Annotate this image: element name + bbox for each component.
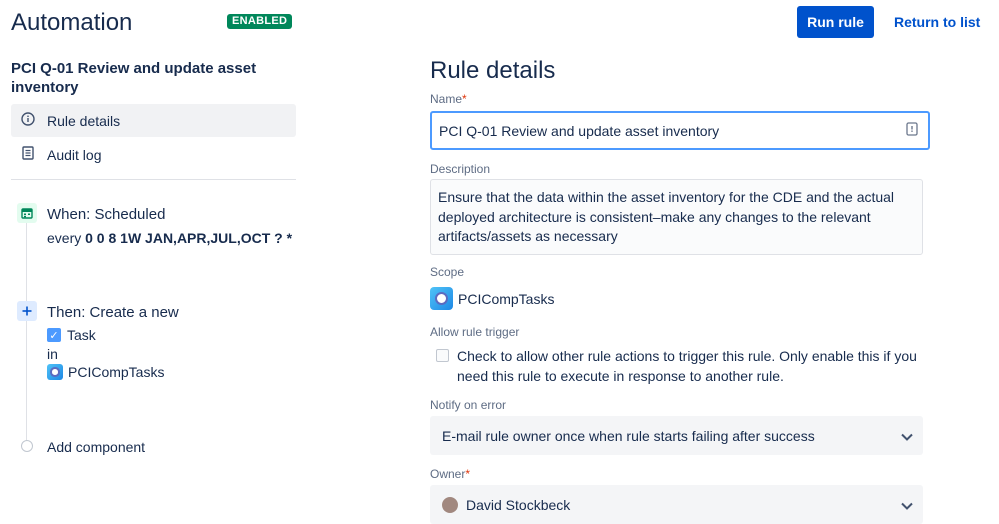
scope-label: Scope xyxy=(430,265,465,279)
sidebar-divider xyxy=(11,179,296,180)
page-title: Automation xyxy=(11,9,133,36)
allow-trigger-text[interactable]: Check to allow other rule actions to tri… xyxy=(457,346,927,386)
calendar-icon xyxy=(17,203,37,223)
clipboard-icon xyxy=(906,122,918,139)
owner-label: Owner* xyxy=(430,467,471,481)
scope-value: PCICompTasks xyxy=(430,287,554,310)
document-icon xyxy=(20,146,36,163)
add-component-dot xyxy=(21,440,33,452)
plus-icon[interactable] xyxy=(17,301,37,321)
action-project: PCICompTasks xyxy=(47,364,164,380)
action-title[interactable]: Then: Create a new xyxy=(47,304,179,321)
notify-value: E-mail rule owner once when rule starts … xyxy=(442,427,815,444)
issue-type-label: Task xyxy=(67,327,96,343)
cron-expression: 0 0 8 1W JAN,APR,JUL,OCT ? * xyxy=(85,230,293,246)
nav-item-label: Audit log xyxy=(47,146,102,163)
project-icon xyxy=(430,287,453,310)
project-icon xyxy=(47,364,63,380)
schedule-prefix: every xyxy=(47,230,86,246)
allow-trigger-checkbox[interactable] xyxy=(436,349,449,362)
allow-trigger-label: Allow rule trigger xyxy=(430,325,520,339)
nav-item-label: Rule details xyxy=(47,112,121,129)
trigger-schedule: every 0 0 8 1W JAN,APR,JUL,OCT ? * xyxy=(47,230,292,246)
scope-project-label: PCICompTasks xyxy=(458,290,555,307)
notify-select[interactable]: E-mail rule owner once when rule starts … xyxy=(430,416,923,455)
info-icon xyxy=(20,112,36,129)
section-heading: Rule details xyxy=(430,57,556,84)
chevron-down-icon xyxy=(901,428,913,444)
owner-select[interactable]: David Stockbeck xyxy=(430,485,923,524)
name-field[interactable]: PCI Q-01 Review and update asset invento… xyxy=(430,111,930,150)
chevron-down-icon xyxy=(901,497,913,513)
rule-name: PCI Q-01 Review and update asset invento… xyxy=(11,60,257,96)
trigger-title[interactable]: When: Scheduled xyxy=(47,206,165,223)
owner-value: David Stockbeck xyxy=(466,496,571,513)
action-issue-type: ✓ Task xyxy=(47,327,96,343)
add-component-link[interactable]: Add component xyxy=(47,439,145,455)
project-label: PCICompTasks xyxy=(68,364,165,380)
return-to-list-link[interactable]: Return to list xyxy=(894,14,980,30)
action-in-label: in xyxy=(47,346,58,362)
name-label: Name* xyxy=(430,92,467,106)
notify-label: Notify on error xyxy=(430,398,507,412)
description-label: Description xyxy=(430,162,491,176)
nav-item-audit-log[interactable]: Audit log xyxy=(11,138,296,171)
status-badge: ENABLED xyxy=(227,14,293,29)
rule-flow-line xyxy=(26,205,27,450)
task-icon: ✓ xyxy=(47,328,61,342)
run-rule-button[interactable]: Run rule xyxy=(797,6,874,38)
nav-item-rule-details[interactable]: Rule details xyxy=(11,104,296,137)
description-field[interactable]: Ensure that the data within the asset in… xyxy=(430,179,923,255)
avatar xyxy=(442,496,458,513)
name-field-value: PCI Q-01 Review and update asset invento… xyxy=(439,122,720,139)
